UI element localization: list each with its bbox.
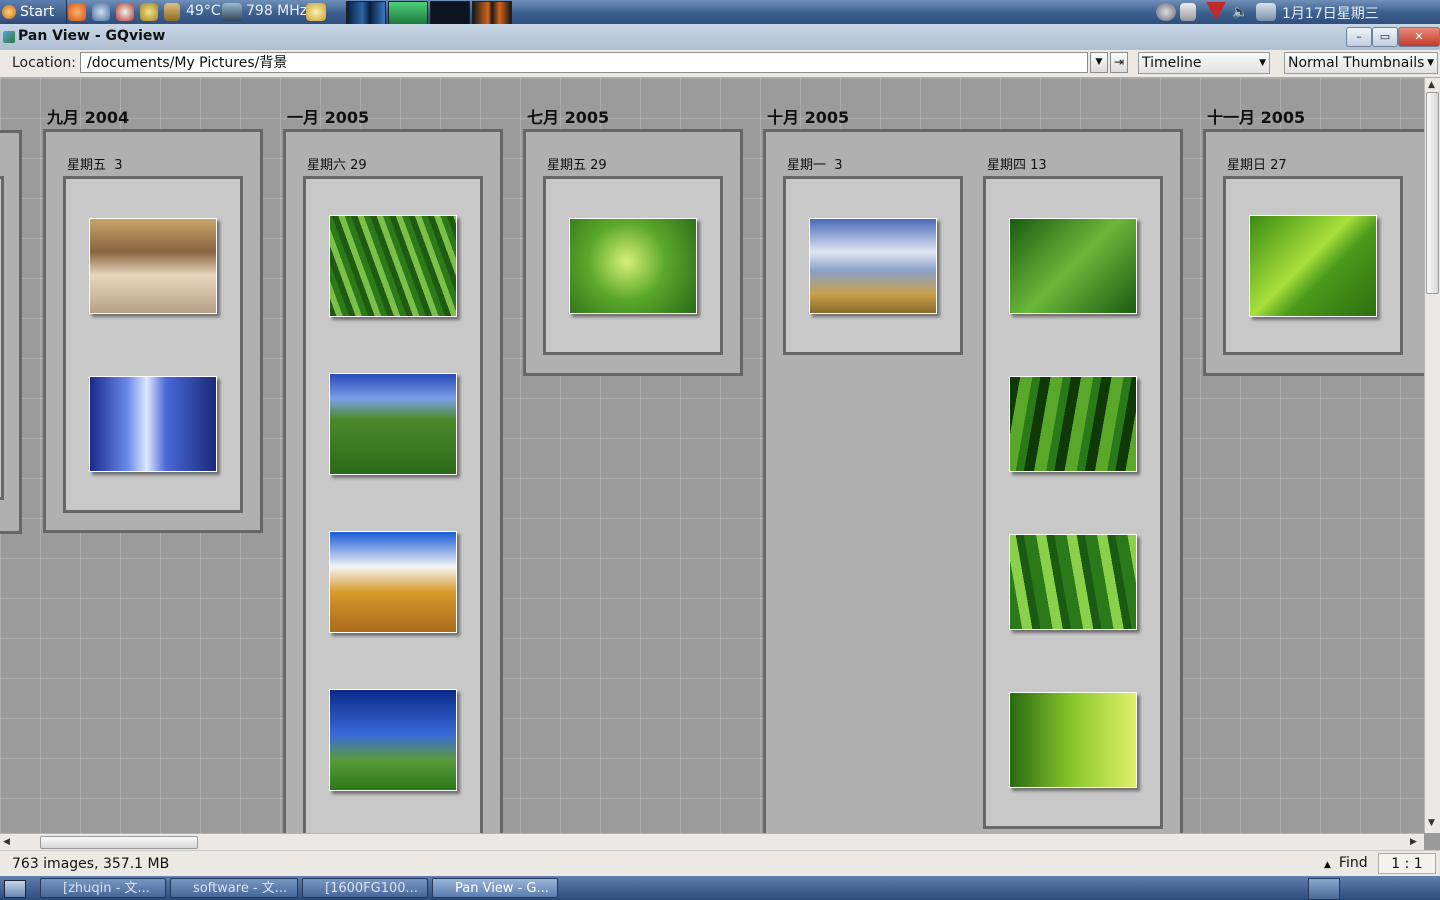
taskbar-item[interactable]: software - 文...: [170, 878, 298, 898]
maximize-button[interactable]: ▭: [1372, 27, 1398, 47]
keyboard-layout-icon[interactable]: [1180, 3, 1196, 21]
location-input[interactable]: /documents/My Pictures/背景: [80, 52, 1088, 73]
taskbar-item[interactable]: [1600FG100...: [302, 878, 428, 898]
network-status-icon[interactable]: [1156, 3, 1176, 21]
show-desktop-icon[interactable]: [4, 880, 26, 898]
month-title: 十一月 2005: [1207, 108, 1306, 127]
window-title: Pan View - GQview: [18, 28, 166, 44]
volume-icon[interactable]: 🔈: [1232, 5, 1248, 20]
load-monitor-graph[interactable]: [472, 1, 512, 25]
day-title: 星期一 3: [787, 158, 843, 173]
image-thumbnail[interactable]: [1009, 376, 1137, 472]
gqview-app-icon[interactable]: [3, 31, 15, 43]
thumbnail-size-value: Normal Thumbnails: [1288, 55, 1425, 71]
scroll-left-arrow-icon[interactable]: ◀: [3, 837, 10, 847]
start-button[interactable]: Start: [0, 0, 67, 24]
cpu-frequency-readout: 798 MHz: [246, 3, 308, 19]
image-thumbnail[interactable]: [329, 373, 457, 475]
image-count-status: 763 images, 357.1 MB: [12, 856, 170, 872]
image-thumbnail[interactable]: [329, 215, 457, 317]
day-title: 星期五 29: [547, 158, 607, 173]
top-panel: Start 49°C 798 MHz 🔈 1月17日星期三 01:29:56: [0, 0, 1440, 39]
gem-notifier-icon[interactable]: [1206, 2, 1226, 20]
scroll-down-arrow-icon[interactable]: ▼: [1428, 818, 1435, 828]
month-title: 十月 2005: [767, 108, 850, 127]
firefox-launcher-icon[interactable]: [68, 3, 86, 21]
thermometer-icon: [164, 3, 180, 21]
day-title: 星期五 3: [67, 158, 123, 173]
view-mode-value: Timeline: [1142, 55, 1202, 71]
horizontal-scrollbar[interactable]: ◀ ▶: [0, 833, 1424, 851]
browser-launcher-icon[interactable]: [92, 3, 110, 21]
month-title: 九月 2004: [47, 108, 130, 127]
chevron-down-icon: ▼: [1259, 58, 1266, 68]
close-button[interactable]: ✕: [1398, 27, 1440, 47]
image-thumbnail[interactable]: [1009, 692, 1137, 788]
thumbnail-size-select[interactable]: Normal Thumbnails ▼: [1284, 52, 1438, 74]
zoom-ratio: 1 : 1: [1378, 853, 1436, 874]
location-history-dropdown[interactable]: ▼: [1090, 52, 1108, 73]
find-button[interactable]: ▲ Find: [1324, 853, 1374, 874]
memory-monitor-graph[interactable]: [388, 1, 428, 25]
horizontal-scroll-thumb[interactable]: [40, 836, 198, 849]
month-title: 一月 2005: [287, 108, 370, 127]
start-icon: [2, 5, 16, 19]
day-box-partial: [0, 176, 4, 500]
temperature-readout: 49°C: [186, 3, 221, 19]
bottom-taskbar: [zhuqin - 文... software - 文... [1600FG10…: [0, 876, 1440, 900]
lifebuoy-help-icon[interactable]: [116, 3, 134, 21]
image-thumbnail[interactable]: [1009, 534, 1137, 630]
cpu-monitor-icon: [222, 3, 242, 21]
location-go-button[interactable]: ⇥: [1110, 52, 1128, 73]
image-thumbnail[interactable]: [1249, 215, 1377, 317]
taskbar-item[interactable]: [zhuqin - 文...: [40, 878, 166, 898]
taskbar-item-active[interactable]: Pan View - G...: [432, 878, 558, 898]
window-title-bar[interactable]: Pan View - GQview – ▭ ✕: [0, 24, 1440, 51]
day-title: 星期四 13: [987, 158, 1047, 173]
weather-icon: [306, 3, 326, 21]
image-thumbnail[interactable]: [1009, 218, 1137, 314]
minimize-button[interactable]: –: [1346, 27, 1372, 47]
image-thumbnail[interactable]: [89, 218, 217, 314]
day-title: 星期日 27: [1227, 158, 1287, 173]
chevron-down-icon: ▼: [1427, 58, 1434, 68]
day-title: 星期六 29: [307, 158, 367, 173]
image-thumbnail[interactable]: [809, 218, 937, 314]
pan-view-canvas[interactable]: 九月 2004 星期五 3 一月 2005 星期六 29 七月 2005 星期五…: [0, 78, 1424, 833]
toolbar: Location: /documents/My Pictures/背景 ▼ ⇥ …: [0, 50, 1440, 78]
status-bar: 763 images, 357.1 MB ▲ Find 1 : 1: [0, 850, 1440, 877]
view-mode-select[interactable]: Timeline ▼: [1138, 52, 1270, 74]
find-label: Find: [1338, 855, 1368, 871]
image-thumbnail[interactable]: [569, 218, 697, 314]
scroll-right-arrow-icon[interactable]: ▶: [1410, 837, 1417, 847]
image-thumbnail[interactable]: [329, 689, 457, 791]
location-label: Location:: [12, 55, 76, 71]
network-monitor-graph[interactable]: [430, 1, 470, 25]
month-title: 七月 2005: [527, 108, 610, 127]
image-thumbnail[interactable]: [329, 531, 457, 633]
chevron-up-icon: ▲: [1324, 860, 1331, 870]
workspace-switcher[interactable]: [1308, 878, 1340, 900]
vertical-scroll-thumb[interactable]: [1426, 92, 1439, 294]
go-arrow-icon: ⇥: [1113, 55, 1125, 69]
chevron-down-icon: ▼: [1095, 57, 1103, 67]
desktop-switcher-icon[interactable]: [1256, 3, 1276, 21]
scroll-up-arrow-icon[interactable]: ▲: [1428, 80, 1435, 90]
start-label: Start: [20, 4, 55, 20]
photo-app-launcher-icon[interactable]: [140, 3, 158, 21]
system-monitor-graph[interactable]: [346, 1, 386, 25]
image-thumbnail[interactable]: [89, 376, 217, 472]
